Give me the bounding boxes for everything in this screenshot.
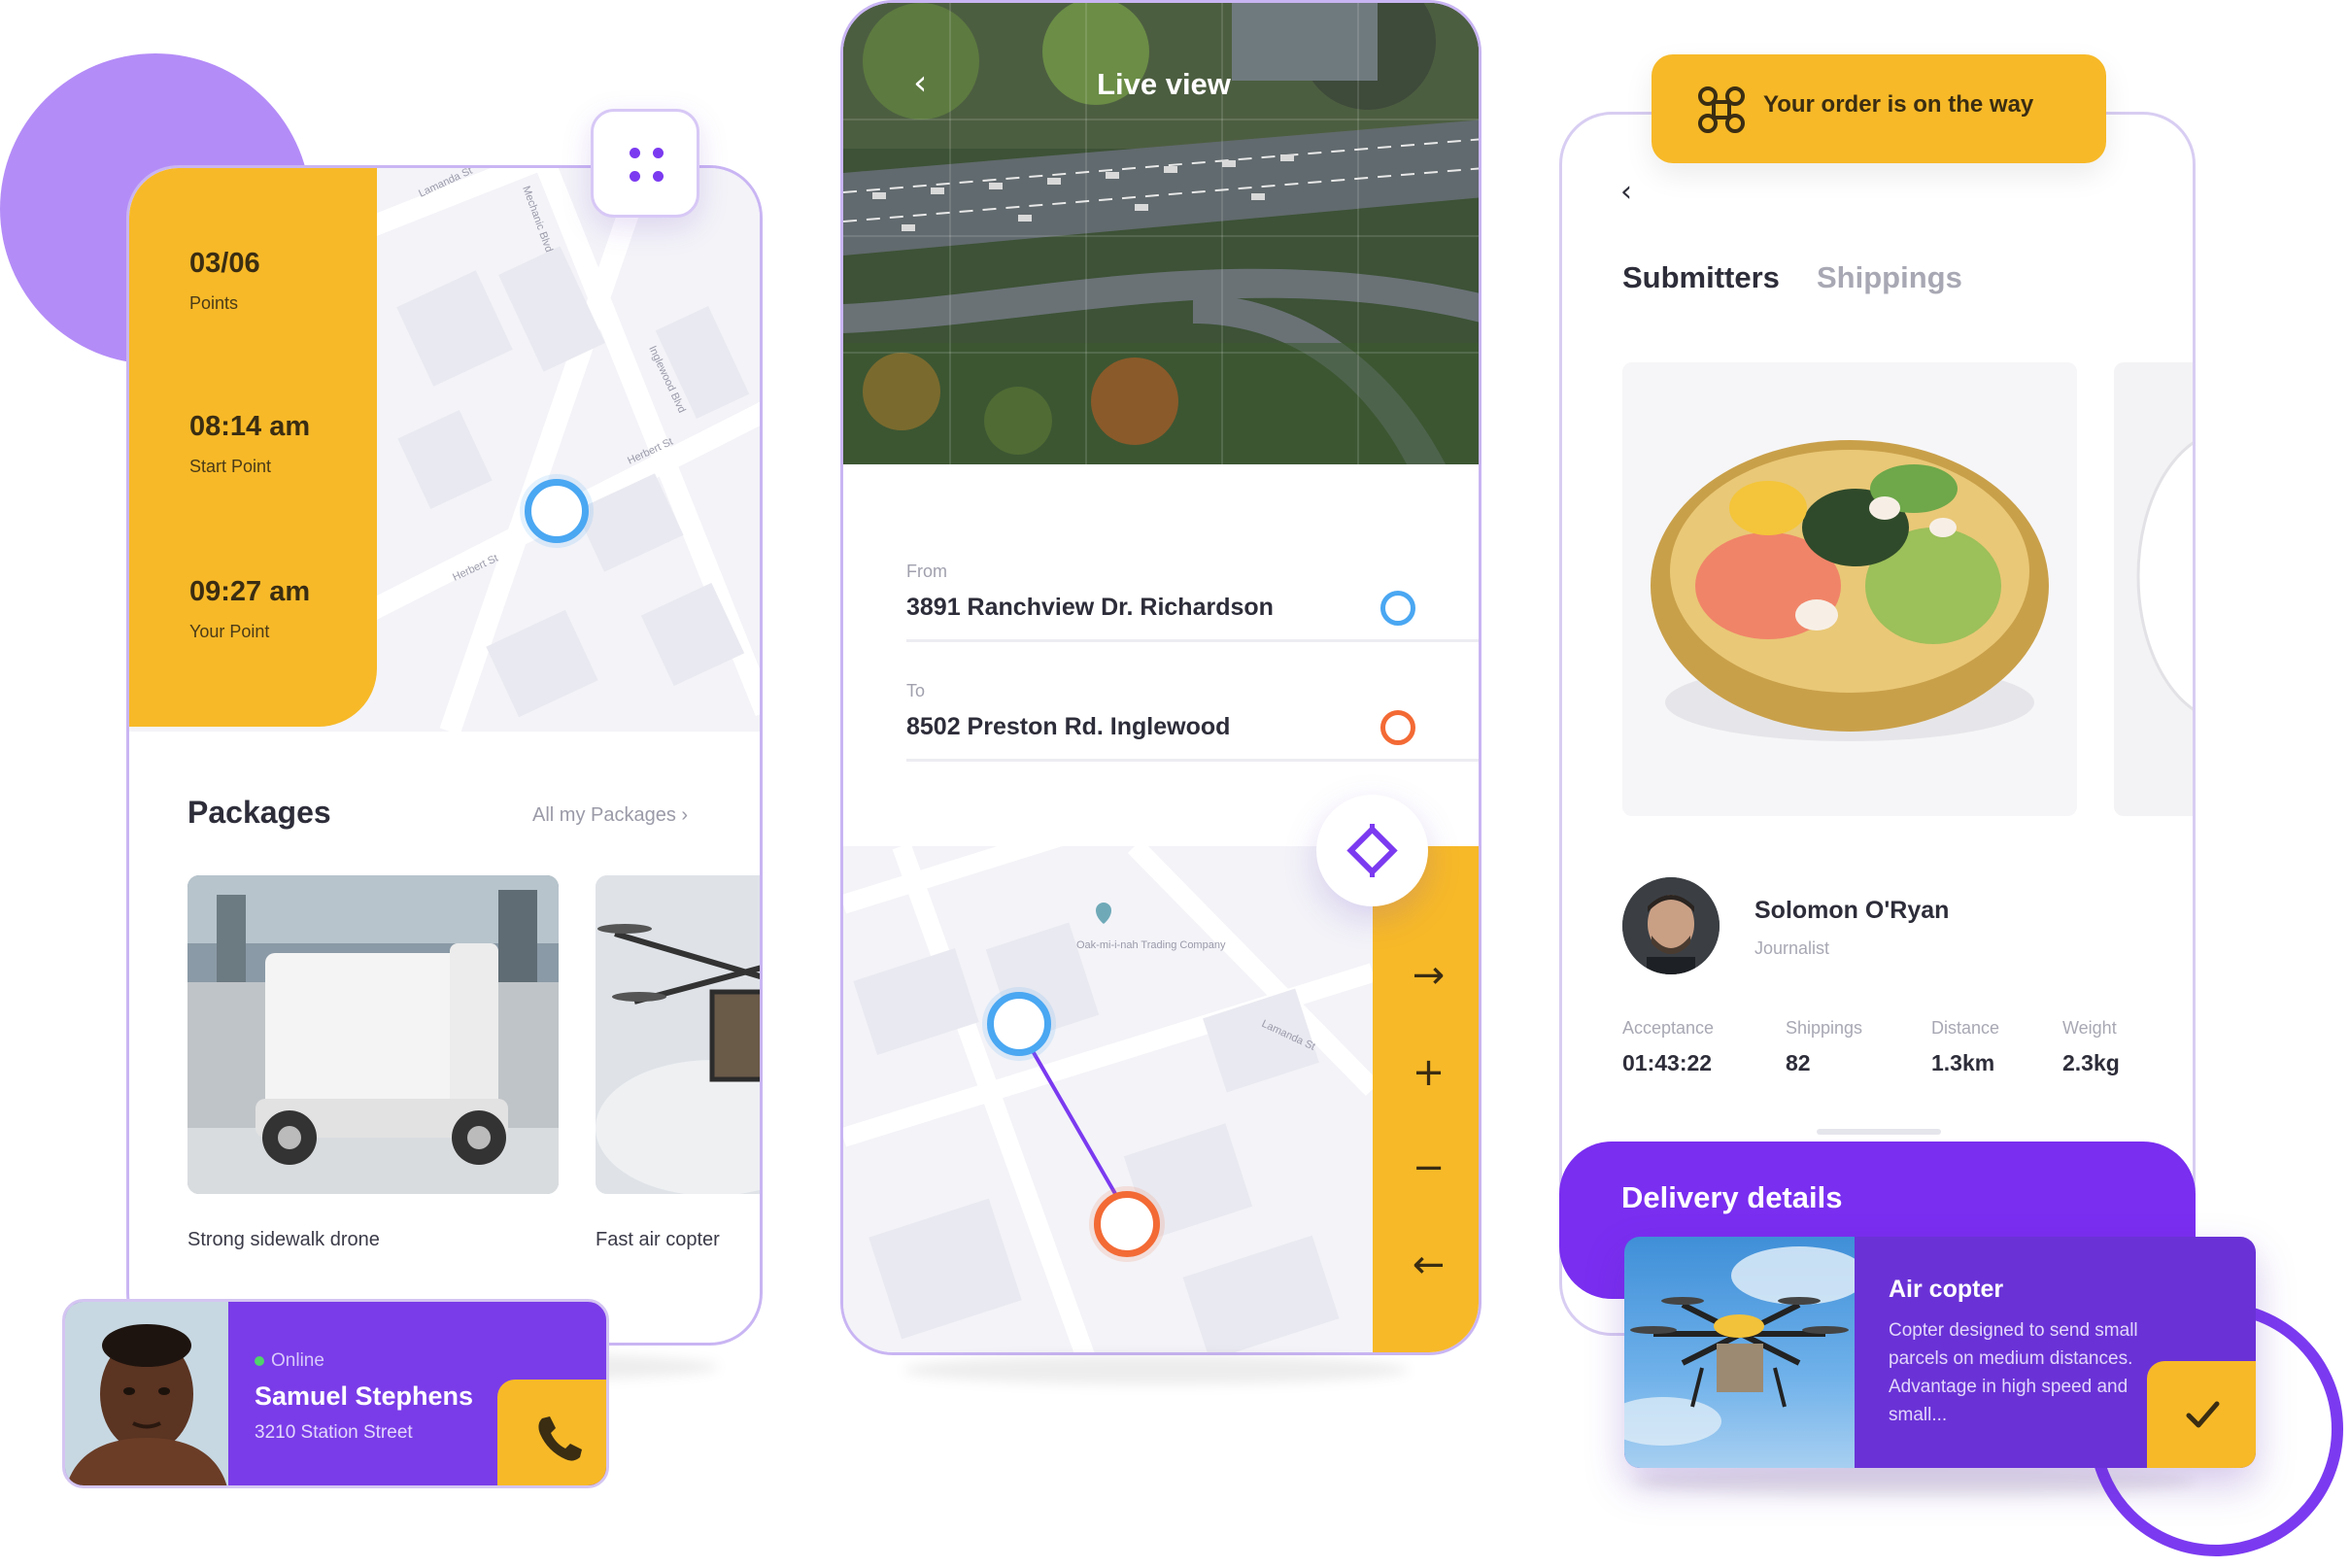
air-copter-image: [1624, 1246, 1855, 1446]
metric-label: Distance: [1931, 1018, 2000, 1038]
tab-shippings[interactable]: Shippings: [1817, 260, 1962, 295]
stat-label: Your Point: [189, 622, 270, 641]
from-address[interactable]: 3891 Ranchview Dr. Richardson: [906, 594, 1274, 622]
to-label: To: [906, 681, 926, 700]
confirm-button[interactable]: [2147, 1361, 2256, 1468]
stat-value: 09:27 am: [189, 576, 311, 607]
minus-icon[interactable]: −: [1373, 1145, 1479, 1190]
menu-button[interactable]: [591, 109, 699, 218]
checkmark-icon: [2186, 1401, 2220, 1428]
metric-label: Shippings: [1786, 1018, 1863, 1038]
divider: [906, 639, 1479, 642]
sidewalk-robot-image: [187, 875, 559, 1194]
delivery-details-title: Delivery details: [1621, 1180, 1843, 1214]
metric-label: Acceptance: [1622, 1018, 1715, 1038]
stat-label: Start Point: [189, 457, 272, 476]
package-caption: Fast air copter: [596, 1229, 720, 1250]
metric-value: 01:43:22: [1622, 1050, 1713, 1075]
metric-value: 82: [1786, 1050, 1811, 1075]
destination-marker[interactable]: [1094, 1191, 1160, 1257]
plus-icon[interactable]: +: [1373, 1050, 1479, 1095]
all-packages-link[interactable]: All my Packages ›: [532, 804, 688, 827]
plate-image: [2136, 441, 2193, 711]
chevron-left-icon: ‹: [1620, 175, 1632, 209]
online-status: Online: [255, 1350, 324, 1372]
courier-address: 3210 Station Street: [255, 1422, 413, 1443]
stat-value: 08:14 am: [189, 411, 311, 442]
live-view-screen: ‹ Live view From 3891 Ranchview Dr. Rich…: [840, 0, 1482, 1355]
all-packages-link-label: All my Packages: [532, 804, 676, 826]
food-image-card[interactable]: [1622, 362, 2077, 816]
phone-icon: [538, 1416, 582, 1461]
origin-marker[interactable]: [987, 992, 1051, 1056]
call-button[interactable]: [497, 1380, 606, 1485]
courier-avatar: [65, 1302, 228, 1485]
metric-label: Weight: [2062, 1018, 2117, 1038]
metric-value: 1.3km: [1931, 1050, 1995, 1075]
divider: [906, 759, 1479, 762]
package-card-air-copter[interactable]: [596, 875, 760, 1194]
to-marker-icon: [1380, 710, 1415, 745]
person-photo: [1622, 877, 1720, 974]
package-caption: Strong sidewalk drone: [187, 1229, 380, 1250]
packages-title: Packages: [187, 795, 331, 830]
stat-start-point: 08:14 am Start Point: [189, 411, 310, 477]
food-image-card-next[interactable]: [2114, 362, 2193, 816]
sheet-drag-handle[interactable]: [1817, 1129, 1941, 1135]
air-copter-image: [596, 875, 760, 1194]
order-status-text: Your order is on the way: [1763, 91, 2034, 118]
delivery-item-card[interactable]: Air copter Copter designed to send small…: [1624, 1237, 2256, 1468]
stat-value: 03/06: [189, 248, 260, 279]
submitter-name: Solomon O'Ryan: [1754, 897, 1950, 924]
metric-acceptance: Acceptance 01:43:22: [1622, 1018, 1714, 1076]
courier-name: Samuel Stephens: [255, 1381, 474, 1411]
submitter-role: Journalist: [1754, 938, 1830, 958]
live-view-title: Live view: [1097, 67, 1231, 101]
metric-weight: Weight 2.3kg: [2062, 1018, 2120, 1076]
live-aerial-view[interactable]: ‹ Live view: [843, 3, 1479, 464]
current-location-marker[interactable]: [525, 479, 589, 543]
delivery-item-title: Air copter: [1889, 1276, 2004, 1303]
package-card-sidewalk-drone[interactable]: [187, 875, 559, 1194]
from-marker-icon: [1380, 591, 1415, 626]
stat-label: Points: [189, 293, 239, 313]
order-status-banner: Your order is on the way: [1652, 54, 2106, 163]
stat-points: 03/06 Points: [189, 248, 260, 314]
online-dot-icon: [255, 1355, 264, 1366]
metric-shippings: Shippings 82: [1786, 1018, 1862, 1076]
crosshair-icon: [1346, 824, 1398, 877]
locate-button[interactable]: [1316, 795, 1428, 906]
courier-card[interactable]: Online Samuel Stephens 3210 Station Stre…: [62, 1299, 609, 1488]
command-icon: [1698, 86, 1745, 133]
chevron-right-icon: ›: [681, 804, 689, 826]
metric-value: 2.3kg: [2062, 1050, 2120, 1075]
tracking-screen: Lamanda St Mechanic Blvd Inglewood Blvd …: [126, 165, 763, 1346]
copter-photo: [1624, 1237, 1855, 1468]
delivery-item-description: Copter designed to send small parcels on…: [1889, 1320, 2138, 1425]
poke-bowl-image: [1622, 362, 2077, 816]
arrow-right-icon[interactable]: →: [1373, 953, 1479, 998]
route-times-panel: 03/06 Points 08:14 am Start Point 09:27 …: [129, 168, 377, 727]
person-photo: [65, 1302, 228, 1485]
stat-your-point: 09:27 am Your Point: [189, 576, 310, 642]
online-status-label: Online: [271, 1350, 324, 1371]
poi-label: Oak-mi-i-nah Trading Company: [1076, 939, 1226, 951]
back-button[interactable]: ‹: [1620, 175, 1632, 209]
grid-dots-icon: [630, 148, 666, 185]
to-address[interactable]: 8502 Preston Rd. Inglewood: [906, 713, 1230, 741]
submitter-avatar[interactable]: [1622, 877, 1720, 974]
arrow-left-icon[interactable]: ←: [1373, 1243, 1479, 1287]
phone-shadow: [903, 1355, 1409, 1384]
tab-submitters[interactable]: Submitters: [1622, 260, 1780, 295]
from-label: From: [906, 562, 947, 581]
metric-distance: Distance 1.3km: [1931, 1018, 1999, 1076]
